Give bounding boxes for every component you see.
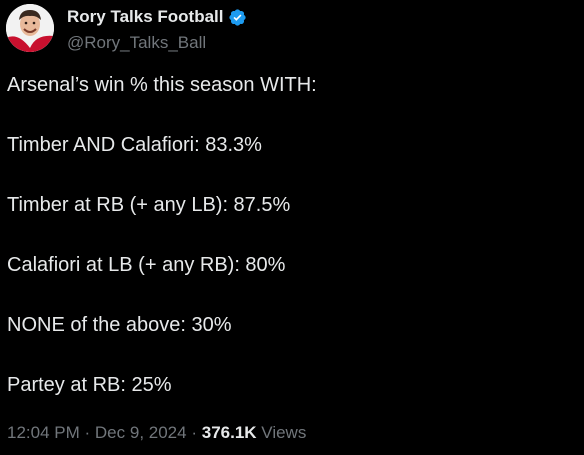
display-name[interactable]: Rory Talks Football [67,7,224,27]
author-handle[interactable]: @Rory_Talks_Ball [67,33,247,53]
verified-badge-icon[interactable] [228,8,247,27]
tweet-line: Calafiori at LB (+ any RB): 80% [7,254,286,276]
tweet-time[interactable]: 12:04 PM [7,423,80,442]
tweet-date[interactable]: Dec 9, 2024 [95,423,187,442]
views-label: Views [261,423,307,442]
display-name-row: Rory Talks Football [67,6,247,28]
meta-separator: · [191,423,197,442]
avatar[interactable] [6,4,54,52]
tweet-meta: 12:04 PM · Dec 9, 2024 · 376.1K Views [7,423,306,443]
tweet-line: Timber at RB (+ any LB): 87.5% [7,194,291,216]
author-names: Rory Talks Football @Rory_Talks_Ball [67,6,247,53]
views-count[interactable]: 376.1K [202,423,257,442]
tweet-line: NONE of the above: 30% [7,314,232,336]
meta-separator: · [84,423,91,442]
tweet-line: Partey at RB: 25% [7,374,172,396]
avatar-image [6,4,54,52]
tweet-line: Arsenal’s win % this season WITH: [7,74,317,96]
tweet-text: Arsenal’s win % this season WITH: Timber… [7,73,577,397]
tweet-line: Timber AND Calafiori: 83.3% [7,134,262,156]
